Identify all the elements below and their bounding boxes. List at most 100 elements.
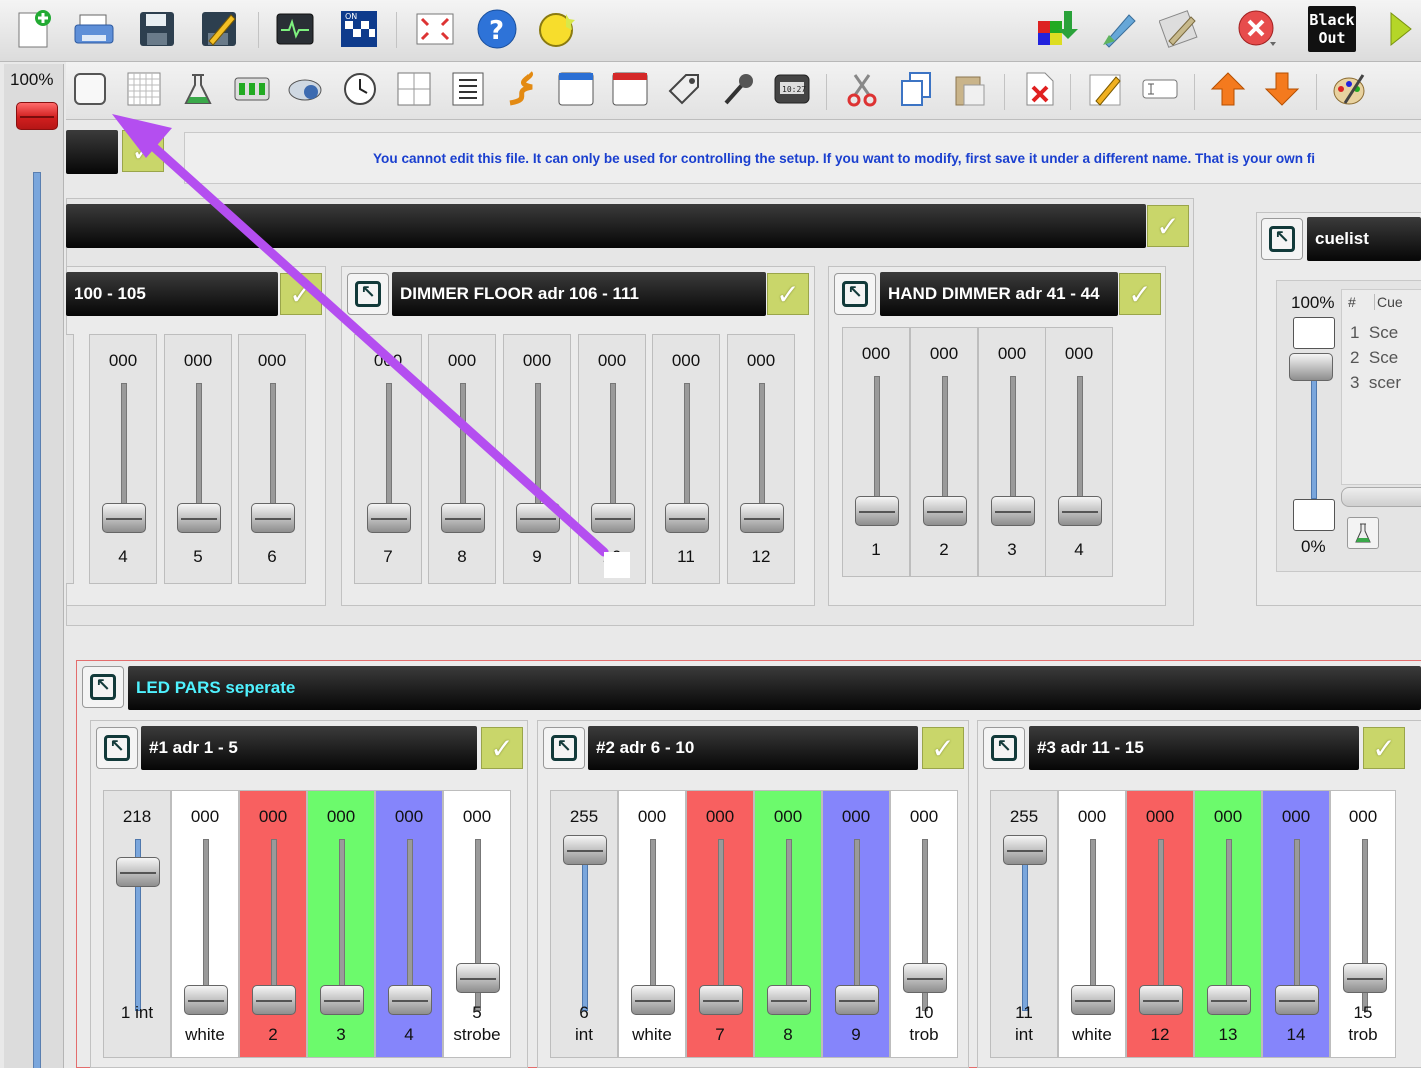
panel-check-button[interactable]: ✓	[122, 130, 164, 172]
clock-widget-icon[interactable]	[340, 69, 380, 109]
dimmer-group-1-check-button[interactable]: ✓	[280, 273, 322, 315]
timer-widget-icon[interactable]: 10:27	[772, 69, 812, 109]
color-download-icon[interactable]	[1036, 8, 1078, 50]
channel-fader-knob[interactable]	[665, 503, 709, 533]
channel-fader-knob[interactable]	[591, 503, 635, 533]
sequence-widget-icon[interactable]	[502, 69, 542, 109]
dimmer-group-2-select-button[interactable]: ↖	[347, 273, 389, 315]
led-channel-knob[interactable]	[388, 985, 432, 1015]
channel-fader[interactable]: 000 12	[727, 334, 795, 584]
help-icon[interactable]: ?	[476, 8, 518, 50]
channel-fader[interactable]: 000 4	[89, 334, 157, 584]
blackout-icon[interactable]: Black Out	[1308, 6, 1356, 52]
channel-fader-track[interactable]	[460, 383, 466, 505]
cuelist-fader-knob[interactable]	[1289, 353, 1333, 381]
new-file-icon[interactable]	[12, 8, 54, 50]
effect-widget-icon[interactable]	[232, 69, 272, 109]
cuelist-fader-track[interactable]	[1311, 369, 1317, 499]
channel-fader[interactable]: 000 4	[1045, 327, 1113, 577]
led-channel-knob[interactable]	[1343, 962, 1387, 993]
channel-fader[interactable]: 000 8	[428, 334, 496, 584]
tag-widget-icon[interactable]	[664, 69, 704, 109]
panel-title-bar[interactable]	[66, 130, 118, 174]
led-channel-knob[interactable]	[1139, 985, 1183, 1015]
cuelist-flask-button[interactable]	[1347, 517, 1379, 549]
save-icon[interactable]	[136, 8, 178, 50]
channel-fader-knob[interactable]	[102, 503, 146, 533]
dimmer-group-2-title[interactable]: DIMMER FLOOR adr 106 - 111	[392, 272, 766, 316]
led-par-2-check-button[interactable]: ✓	[922, 727, 964, 769]
channel-fader-track[interactable]	[121, 383, 127, 505]
channel-fader-knob[interactable]	[177, 503, 221, 533]
dmx-onoff-icon[interactable]: ON	[338, 8, 380, 50]
led-pars-title-bar[interactable]: LED PARS seperate	[128, 666, 1421, 710]
led-channel-knob[interactable]	[252, 985, 296, 1015]
mic-widget-icon[interactable]	[718, 69, 758, 109]
pencil-icon[interactable]	[1086, 69, 1126, 109]
palette-icon[interactable]	[1330, 69, 1370, 109]
channel-fader[interactable]: 000 3	[978, 327, 1046, 577]
channel-fader-track[interactable]	[610, 383, 616, 505]
channel-fader-knob[interactable]	[367, 503, 411, 533]
window-widget-icon[interactable]	[556, 69, 596, 109]
led-channel-knob[interactable]	[835, 985, 879, 1015]
dimmer-group-3-select-button[interactable]: ↖	[834, 273, 876, 315]
led-channel-knob[interactable]	[699, 985, 743, 1015]
channel-fader-track[interactable]	[535, 383, 541, 505]
channel-fader[interactable]: 000 7	[354, 334, 422, 584]
led-channel-knob[interactable]	[1003, 835, 1047, 865]
channel-fader-track[interactable]	[196, 383, 202, 505]
cuelist-row-2[interactable]: 2 Sce	[1350, 345, 1398, 370]
led-channel-fader[interactable]: 000 white	[618, 790, 686, 1058]
text-field-icon[interactable]	[1140, 69, 1180, 109]
led-channel-fader[interactable]: 000 8	[754, 790, 822, 1058]
master-fader-knob[interactable]	[16, 102, 58, 130]
led-channel-knob[interactable]	[903, 962, 947, 993]
dimmer-group-3-title[interactable]: HAND DIMMER adr 41 - 44	[880, 272, 1118, 316]
channel-fader[interactable]: 000 6	[238, 334, 306, 584]
paste-icon[interactable]	[950, 69, 990, 109]
led-channel-fader[interactable]: 000 13	[1194, 790, 1262, 1058]
button-widget-icon[interactable]	[70, 69, 110, 109]
led-channel-knob[interactable]	[456, 962, 500, 993]
channel-fader-track[interactable]	[270, 383, 276, 505]
print-icon[interactable]	[72, 8, 114, 50]
dimmer-group-3-check-button[interactable]: ✓	[1119, 273, 1161, 315]
led-channel-knob[interactable]	[116, 856, 160, 887]
dimmer-panel-title-bar[interactable]	[66, 204, 1146, 248]
led-channel-knob[interactable]	[184, 985, 228, 1015]
monitor-icon[interactable]	[274, 8, 316, 50]
cuelist-widget-icon[interactable]	[178, 69, 218, 109]
cuelist-row-1[interactable]: 1 Sce	[1350, 320, 1398, 345]
channel-fader-knob[interactable]	[991, 496, 1035, 526]
led-par-3-title-bar[interactable]: #3 adr 11 - 15	[1029, 726, 1359, 770]
led-par-2-title-bar[interactable]: #2 adr 6 - 10	[588, 726, 918, 770]
lightbulb-icon[interactable]	[536, 8, 578, 50]
channel-fader-knob[interactable]	[1058, 496, 1102, 526]
led-pars-select-button[interactable]: ↖	[82, 666, 124, 708]
channel-fader-knob[interactable]	[740, 503, 784, 533]
play-icon[interactable]	[1380, 8, 1416, 50]
led-channel-fader[interactable]: 218 1 int	[103, 790, 171, 1058]
cuelist-row-3[interactable]: 3 scer	[1350, 370, 1401, 395]
red-window-widget-icon[interactable]	[610, 69, 650, 109]
led-channel-fader[interactable]: 000 14	[1262, 790, 1330, 1058]
channel-fader[interactable]: 00010	[578, 334, 646, 584]
led-channel-fader[interactable]: 255 11 int	[990, 790, 1058, 1058]
channel-fader-track[interactable]	[386, 383, 392, 505]
grid-widget-icon[interactable]	[124, 69, 164, 109]
fullscreen-icon[interactable]	[414, 8, 456, 50]
led-channel-fader[interactable]: 000 10 trob	[890, 790, 958, 1058]
led-par-3-select-button[interactable]: ↖	[983, 727, 1025, 769]
led-channel-fader[interactable]: 000 12	[1126, 790, 1194, 1058]
close-icon[interactable]	[1236, 8, 1278, 50]
cuelist-go-bottom-button[interactable]	[1293, 499, 1335, 531]
dimmer-group-2-check-button[interactable]: ✓	[767, 273, 809, 315]
channel-fader-track[interactable]	[1010, 376, 1016, 498]
save-as-icon[interactable]	[198, 8, 240, 50]
delete-icon[interactable]	[1020, 69, 1060, 109]
paint-icon[interactable]	[1098, 8, 1140, 50]
cuelist-select-button[interactable]: ↖	[1261, 218, 1303, 260]
channel-fader-track[interactable]	[684, 383, 690, 505]
channel-fader-track[interactable]	[759, 383, 765, 505]
